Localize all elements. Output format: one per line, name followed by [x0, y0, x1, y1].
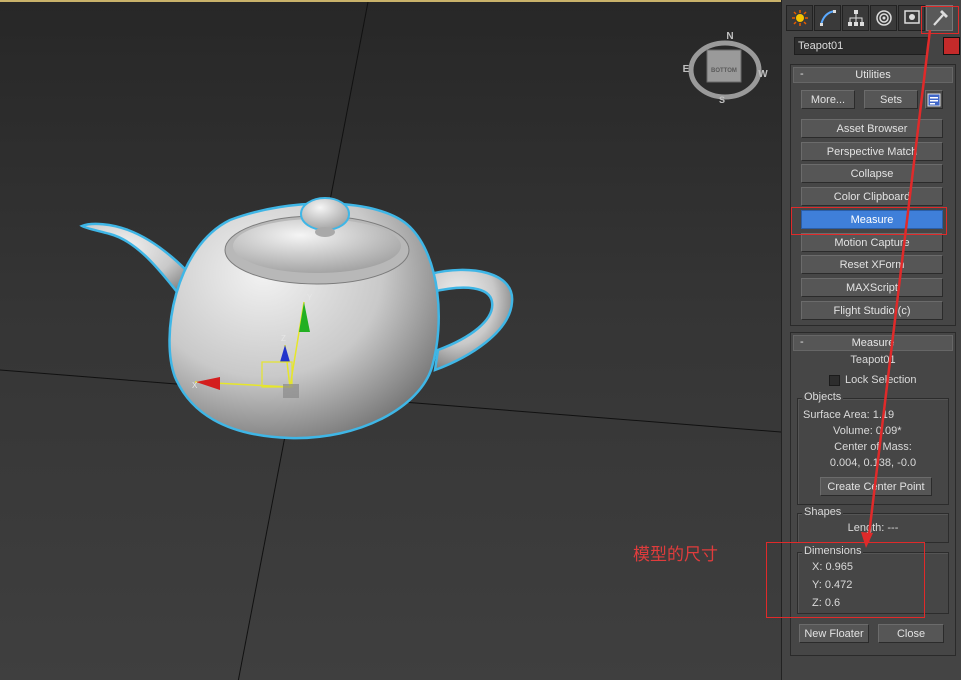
annotation-arrow [861, 29, 932, 548]
annotation-text: 模型的尺寸 [633, 545, 718, 565]
